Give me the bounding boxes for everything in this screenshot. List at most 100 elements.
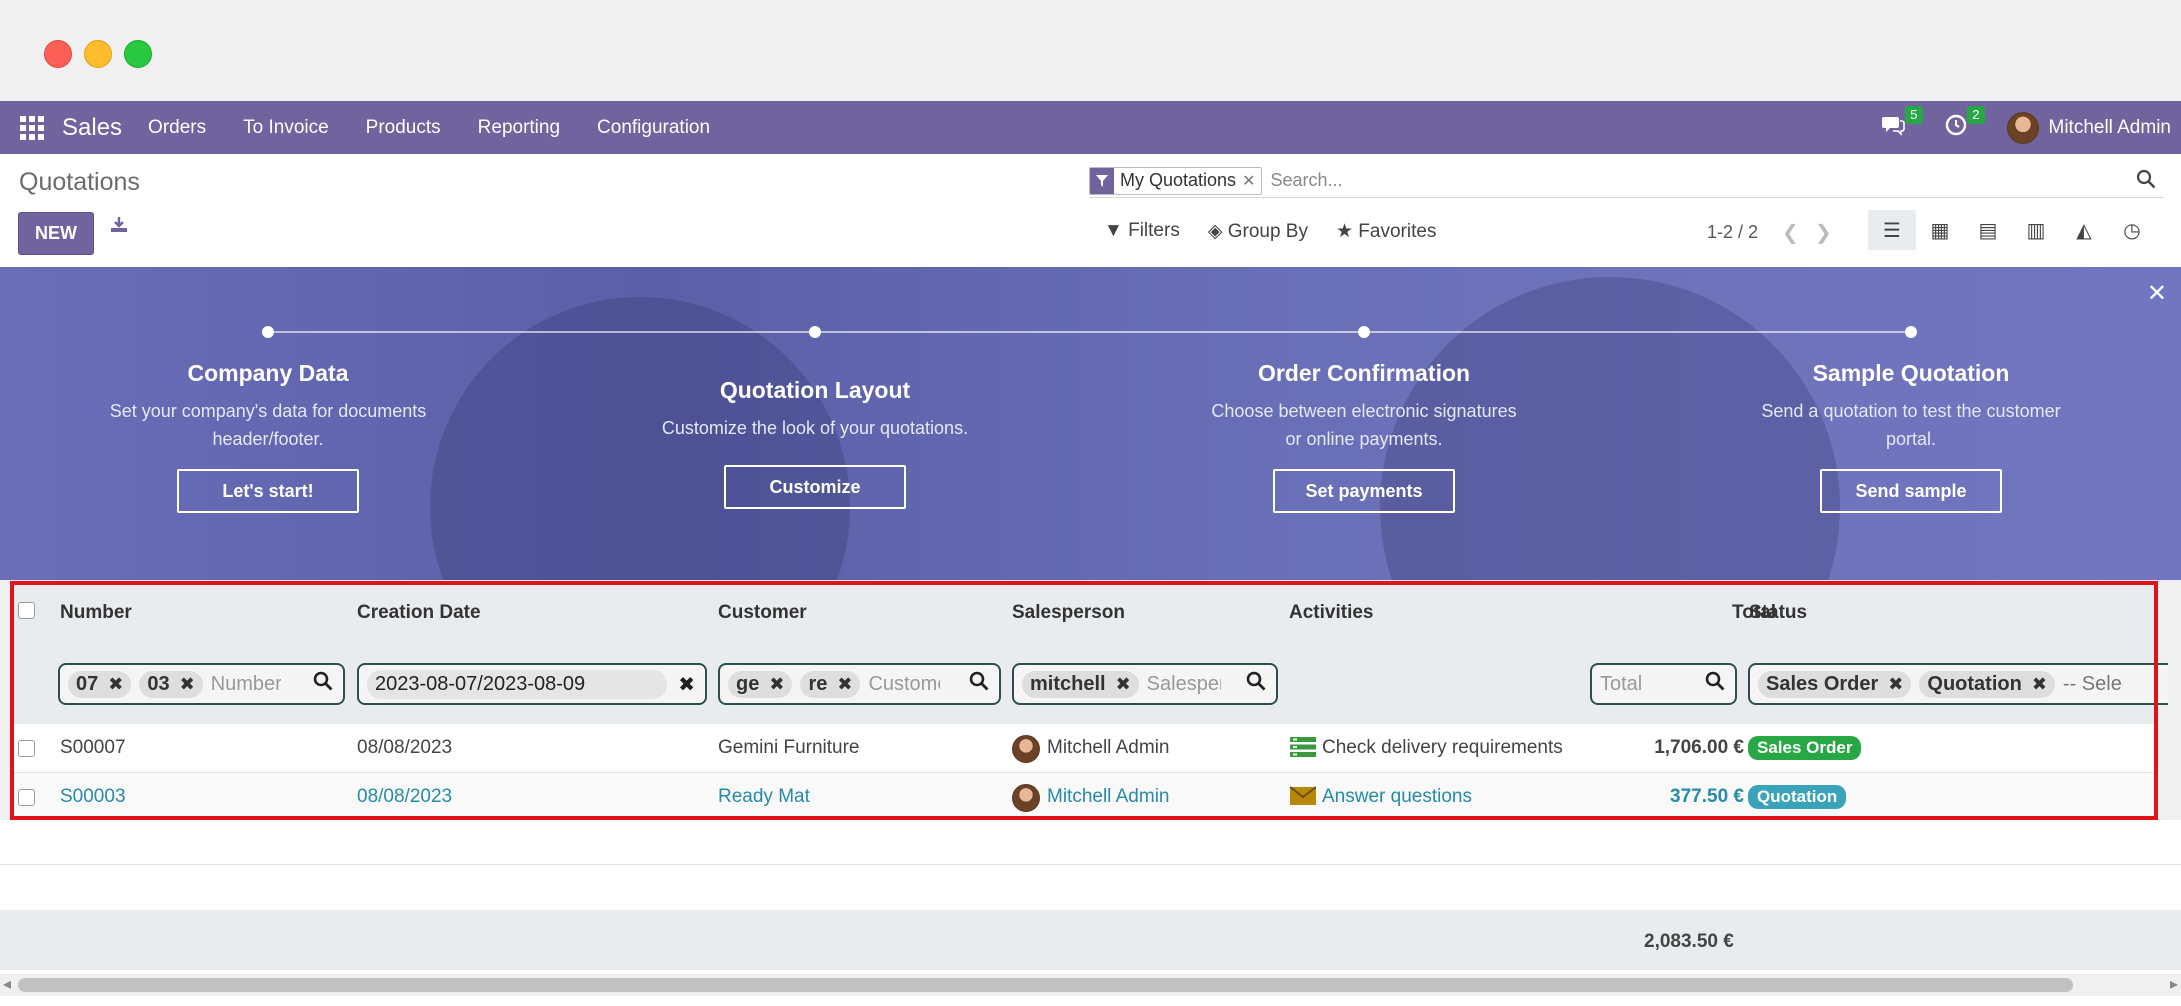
messages-icon[interactable]: 5 [1881,105,1923,142]
filter-chip: Sales Order ✖ [1758,670,1912,698]
step-dot [1358,326,1370,338]
menu-products[interactable]: Products [366,117,441,139]
graph-view-icon[interactable]: ◭ [2060,210,2108,250]
col-salesperson[interactable]: Salesperson [1012,602,1125,624]
kanban-view-icon[interactable]: ▦ [1916,210,1964,250]
scroll-right-icon[interactable]: ▸ [2170,974,2178,994]
step-desc: Customize the look of your quotations. [661,418,969,438]
total-filter-input[interactable]: Total [1590,663,1737,705]
app-menu-icon[interactable] [20,115,44,140]
close-window-button[interactable] [44,40,72,68]
activity-todo-icon[interactable] [1290,736,1316,758]
filters-button[interactable]: ▼ Filters [1104,220,1180,243]
customer-filter-input[interactable]: ge ✖ re ✖ Customer [718,663,1001,705]
pager-previous-icon[interactable]: ❮ [1782,220,1799,245]
download-icon[interactable] [110,216,128,240]
chip-remove-icon[interactable]: ✖ [1116,674,1131,695]
step-order-confirmation: Order Confirmation Choose between electr… [1154,360,1574,453]
search-icon[interactable] [1246,671,1266,697]
cell-total: 1,706.00 € [1654,737,1744,758]
scroll-left-icon[interactable]: ◂ [3,974,11,994]
search-facet: My Quotations ✕ [1089,166,1263,195]
col-number[interactable]: Number [60,602,132,624]
messages-badge: 5 [1905,105,1923,124]
customize-button[interactable]: Customize [724,465,906,509]
chip-remove-icon[interactable]: ✖ [180,674,195,695]
view-switcher: ☰ ▦ ▤ ▥ ◭ ◷ [1868,210,2156,250]
salesperson-avatar [1012,784,1040,812]
calendar-view-icon[interactable]: ▤ [1964,210,2012,250]
chip-remove-icon[interactable]: ✖ [769,674,784,695]
activities-clock-icon[interactable]: 2 [1945,105,1985,142]
chip-remove-icon[interactable]: ✖ [108,674,123,695]
pager-value[interactable]: 1-2 / 2 [1707,222,1758,243]
chip-remove-icon[interactable]: ✖ [837,674,852,695]
scrollbar-thumb[interactable] [18,978,2073,992]
app-brand[interactable]: Sales [62,114,122,142]
step-title: Company Data [187,360,349,386]
search-options: ▼ Filters ◈ Group By ★ Favorites [1104,220,1464,243]
salesperson-filter-input[interactable]: mitchell ✖ Salesperson [1012,663,1278,705]
cell-activity[interactable]: Check delivery requirements [1322,737,1563,759]
step-company-data: Company Data Set your company's data for… [58,360,478,453]
pivot-view-icon[interactable]: ▥ [2012,210,2060,250]
user-avatar[interactable] [2006,111,2039,144]
facet-remove-icon[interactable]: ✕ [1242,171,1261,191]
clear-date-icon[interactable]: ✖ [678,672,695,697]
chip-remove-icon[interactable]: ✖ [2032,674,2047,695]
activity-view-icon[interactable]: ◷ [2108,210,2156,250]
status-filter-input[interactable]: Sales Order ✖ Quotation ✖ -- Select -- [1748,663,2168,705]
cell-customer: Ready Mat [718,786,810,807]
step-desc: Send a quotation to test the customer [1761,401,2061,421]
table-row[interactable]: S00003 08/08/2023 Ready Mat Mitchell Adm… [10,773,2158,822]
search-input[interactable]: Search... [1270,170,1342,191]
horizontal-scrollbar[interactable]: ◂ ▸ [0,974,2181,996]
user-name[interactable]: Mitchell Admin [2049,117,2172,139]
col-customer[interactable]: Customer [718,602,807,624]
chip-remove-icon[interactable]: ✖ [1888,674,1903,695]
step-dot [1905,326,1917,338]
row-checkbox[interactable] [18,740,35,757]
menu-reporting[interactable]: Reporting [478,117,560,139]
search-icon[interactable] [2136,169,2156,195]
date-filter-input[interactable]: 2023-08-07/2023-08-09 ✖ [357,663,707,705]
menu-configuration[interactable]: Configuration [597,117,710,139]
step-dot [262,326,274,338]
send-sample-button[interactable]: Send sample [1820,469,2002,513]
new-button[interactable]: NEW [18,212,94,255]
select-all-checkbox[interactable] [18,602,35,619]
favorites-button[interactable]: ★ Favorites [1336,220,1436,243]
banner-close-icon[interactable]: ✕ [2147,279,2167,308]
pager-next-icon[interactable]: ❯ [1815,220,1832,245]
group-by-button[interactable]: ◈ Group By [1208,220,1308,243]
step-desc: or online payments. [1285,429,1443,449]
facet-label: My Quotations [1120,170,1237,190]
number-placeholder: Number [210,672,281,695]
col-activities[interactable]: Activities [1289,602,1373,624]
row-checkbox[interactable] [18,789,35,806]
col-status[interactable]: Status [1749,602,1807,624]
chip-label: re [808,672,828,695]
onboarding-banner: ✕ Company Data Set your company's data f… [0,267,2181,580]
menu-orders[interactable]: Orders [148,117,206,139]
minimize-window-button[interactable] [84,40,112,68]
table-row[interactable]: S00007 08/08/2023 Gemini Furniture Mitch… [10,724,2158,773]
lets-start-button[interactable]: Let's start! [177,469,359,513]
col-creation-date[interactable]: Creation Date [357,602,481,624]
set-payments-button[interactable]: Set payments [1273,469,1455,513]
status-badge: Quotation [1748,785,1847,809]
chip-label: ge [736,672,760,695]
activity-email-icon[interactable] [1289,785,1317,807]
step-desc: Choose between electronic signatures [1211,401,1517,421]
maximize-window-button[interactable] [124,40,152,68]
list-view-icon[interactable]: ☰ [1868,210,1916,250]
status-select-placeholder: -- Select -- [2062,672,2123,695]
number-filter-input[interactable]: 07 ✖ 03 ✖ Number [58,663,345,705]
search-icon[interactable] [969,671,989,697]
search-icon[interactable] [313,671,333,697]
activities-badge: 2 [1967,105,1985,124]
search-icon[interactable] [1705,671,1725,697]
total-placeholder: Total [1600,672,1643,695]
menu-to-invoice[interactable]: To Invoice [243,117,329,139]
cell-activity[interactable]: Answer questions [1322,786,1472,808]
